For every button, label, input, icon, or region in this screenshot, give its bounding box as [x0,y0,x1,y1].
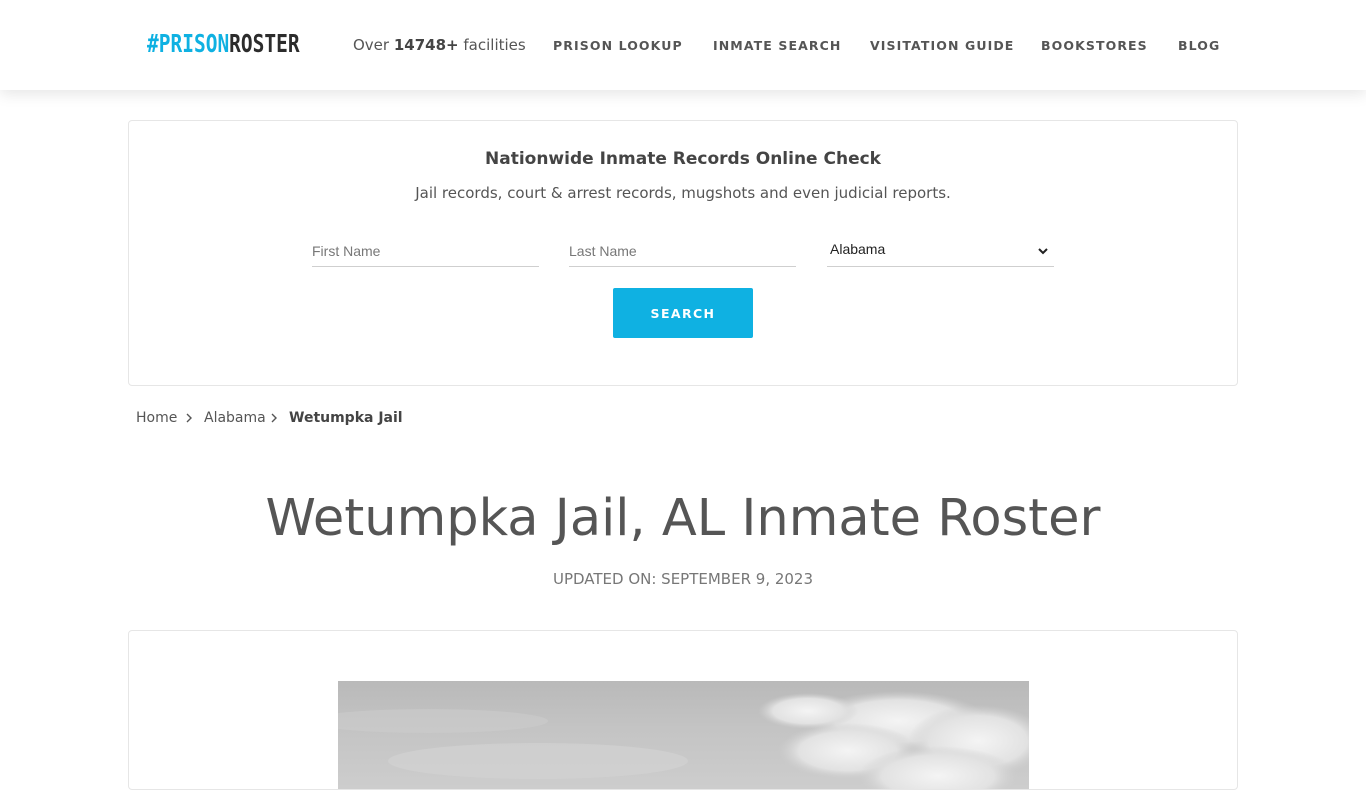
facility-photo [338,681,1029,789]
nav-visitation-guide[interactable]: VISITATION GUIDE [870,37,1014,55]
nav-bookstores[interactable]: BOOKSTORES [1041,37,1148,55]
site-header: #PRISONROSTER Over 14748+ facilities PRI… [0,0,1366,90]
search-button[interactable]: SEARCH [613,288,753,338]
inmate-search-card: Nationwide Inmate Records Online Check J… [128,120,1238,386]
breadcrumb-current: Wetumpka Jail [289,410,403,426]
breadcrumb-home[interactable]: Home [136,407,177,429]
facility-count-prefix: Over [353,36,394,54]
logo-roster-text: ROSTER [229,29,300,58]
search-card-subtitle: Jail records, court & arrest records, mu… [415,184,951,202]
first-name-input[interactable] [312,235,539,267]
logo-prison-text: #PRISON [147,29,230,58]
last-name-input[interactable] [569,235,796,267]
facility-count-number: 14748+ [393,36,459,54]
facility-content-card [128,630,1238,790]
state-select[interactable]: Alabama [827,235,1054,267]
facility-count: Over 14748+ facilities [353,34,526,56]
nav-blog[interactable]: BLOG [1178,37,1220,55]
breadcrumb-alabama[interactable]: Alabama [204,407,266,429]
search-card-title: Nationwide Inmate Records Online Check [485,149,881,169]
site-logo[interactable]: #PRISONROSTER [147,30,300,58]
updated-date: UPDATED ON: SEPTEMBER 9, 2023 [552,570,814,588]
state-select-value: Alabama [830,241,886,257]
chevron-right-icon [186,413,192,423]
chevron-right-icon [271,413,277,423]
facility-count-suffix: facilities [458,36,526,54]
chevron-down-icon [1038,248,1048,255]
sky-clouds-image [338,691,1029,789]
nav-prison-lookup[interactable]: PRISON LOOKUP [553,37,683,55]
page-title: Wetumpka Jail, AL Inmate Roster [265,489,1101,548]
nav-inmate-search[interactable]: INMATE SEARCH [713,37,841,55]
